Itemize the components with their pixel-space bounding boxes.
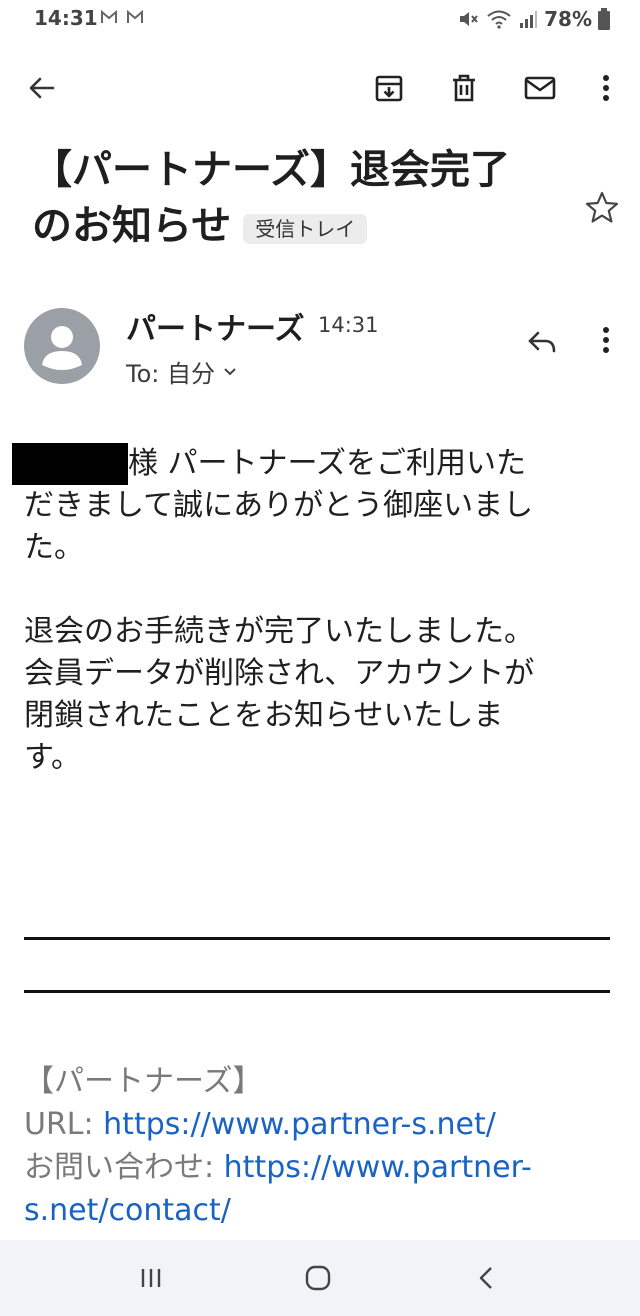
sender-name: パートナーズ — [126, 312, 305, 347]
trash-icon — [453, 74, 475, 102]
home-icon — [305, 1265, 331, 1291]
recent-apps-button[interactable] — [131, 1258, 171, 1298]
email-body: 様 パートナーズをご利用いた だきまして誠にありがとう御座いまし た。 退会のお… — [12, 443, 624, 821]
chevron-down-icon — [224, 367, 236, 375]
back-nav-button[interactable] — [466, 1258, 506, 1298]
more-options-button[interactable] — [584, 66, 628, 110]
archive-button[interactable] — [367, 66, 411, 110]
system-nav-bar — [0, 1240, 640, 1316]
back-button[interactable] — [20, 66, 64, 110]
sender-avatar[interactable] — [24, 308, 100, 384]
person-icon — [42, 326, 82, 370]
body-line: だきまして誠にありがとう御座いまし — [24, 488, 534, 523]
subject-line-1: 【パートナーズ】退会完了 — [32, 147, 510, 193]
contact-label: お問い合わせ: — [24, 1150, 224, 1185]
body-line: 閉鎖されたことをお知らせいたしま — [24, 698, 504, 733]
contact-link-part2[interactable]: s.net/contact/ — [24, 1193, 231, 1228]
home-button[interactable] — [298, 1258, 338, 1298]
email-toolbar — [0, 56, 640, 120]
status-time: 14:31 — [34, 6, 98, 30]
archive-icon — [375, 75, 403, 102]
inbox-label-chip[interactable]: 受信トレイ — [243, 214, 368, 244]
battery-icon — [598, 8, 610, 30]
mail-icon — [524, 76, 556, 100]
more-vert-icon — [603, 327, 609, 353]
footer-company: 【パートナーズ】 — [24, 1064, 263, 1099]
chevron-left-icon — [479, 1267, 492, 1289]
email-view: 14:31 78% 【パートナーズ】退会完了 のお知らせ 受信トレイ パートナー… — [0, 0, 640, 1316]
delete-button[interactable] — [442, 66, 486, 110]
footer-url-line: URL: https://www.partner-s.net/ — [24, 1103, 624, 1146]
separator-line — [24, 937, 610, 940]
status-indicators: 78% — [458, 6, 610, 32]
url-label: URL: — [24, 1107, 104, 1142]
status-bar: 14:31 78% — [0, 0, 640, 40]
greeting-text: 様 パートナーズをご利用いた — [128, 446, 527, 481]
footer-contact-line: お問い合わせ: https://www.partner- — [24, 1146, 624, 1189]
gmail-notification-icon — [101, 9, 117, 23]
recipient-details-toggle[interactable]: To: 自分 — [126, 354, 237, 389]
gmail-notification-icon — [127, 9, 143, 23]
more-vert-icon — [603, 75, 609, 101]
body-line: 様 パートナーズをご利用いた — [12, 443, 624, 485]
reply-icon — [528, 331, 556, 353]
subject-line-2: のお知らせ 受信トレイ — [32, 198, 572, 254]
recipient-text: To: 自分 — [126, 360, 215, 388]
recents-icon — [141, 1269, 161, 1287]
body-paragraph-2: 退会のお手続きが完了いたしました。 会員データが削除され、アカウントが 閉鎖され… — [24, 611, 624, 779]
body-line: た。 — [24, 530, 84, 565]
mute-icon — [460, 12, 478, 26]
footer-contact-line-2: s.net/contact/ — [24, 1189, 624, 1232]
wifi-icon — [487, 10, 511, 29]
website-link[interactable]: https://www.partner-s.net/ — [103, 1107, 496, 1142]
battery-level: 78% — [544, 7, 592, 31]
sent-time: 14:31 — [318, 313, 379, 337]
subject-line-2-text: のお知らせ — [32, 203, 232, 249]
reply-button[interactable] — [520, 322, 564, 362]
email-footer: 【パートナーズ】 URL: https://www.partner-s.net/… — [24, 1060, 624, 1232]
separator-line — [24, 990, 610, 993]
back-arrow-icon — [29, 77, 55, 99]
body-line: す。 — [24, 740, 81, 775]
sender-more-button[interactable] — [586, 318, 626, 362]
star-icon[interactable] — [584, 190, 620, 226]
redacted-name — [12, 443, 128, 485]
signal-icon — [520, 11, 538, 28]
body-line: 会員データが削除され、アカウントが — [24, 656, 535, 691]
email-subject: 【パートナーズ】退会完了 のお知らせ 受信トレイ — [32, 142, 572, 254]
body-line: 退会のお手続きが完了いたしました。 — [24, 614, 534, 649]
mark-unread-button[interactable] — [518, 66, 562, 110]
contact-link-part1[interactable]: https://www.partner- — [224, 1150, 532, 1185]
body-paragraph-1: 様 パートナーズをご利用いた だきまして誠にありがとう御座いまし た。 — [12, 443, 624, 569]
